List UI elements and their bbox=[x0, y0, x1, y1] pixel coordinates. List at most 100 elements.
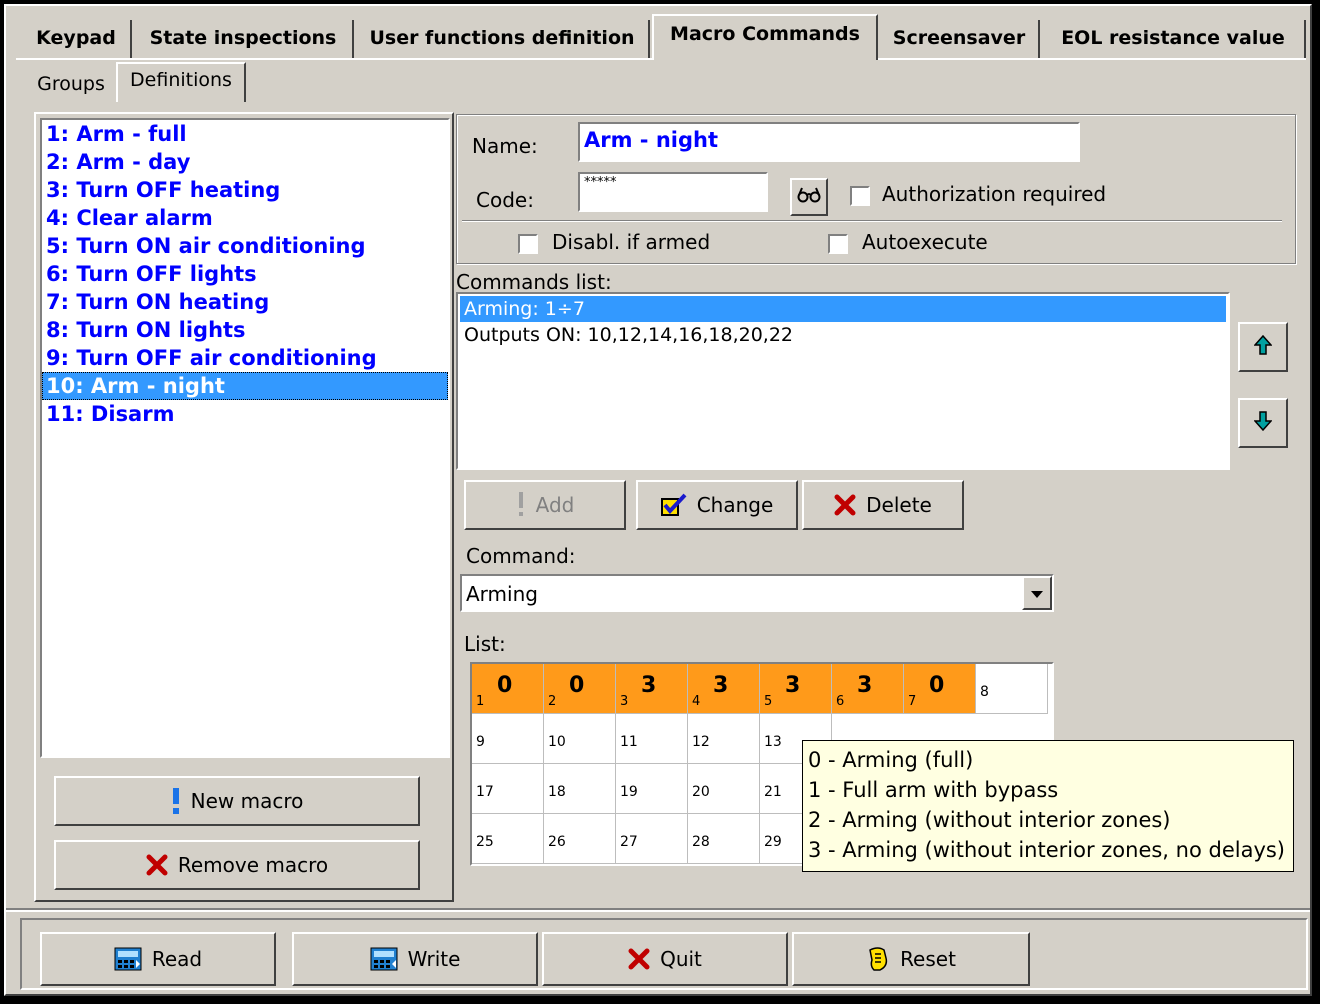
list-grid-cell[interactable]: 26 bbox=[544, 814, 616, 864]
keypad-write-icon bbox=[370, 947, 398, 971]
macro-list-item[interactable]: 11: Disarm bbox=[42, 400, 448, 428]
cell-index: 7 bbox=[908, 694, 917, 709]
macro-list-item[interactable]: 6: Turn OFF lights bbox=[42, 260, 448, 288]
list-grid-cell[interactable]: 9 bbox=[472, 714, 544, 764]
list-grid-cell[interactable]: 33 bbox=[616, 664, 688, 714]
commands-list-items: Arming: 1÷7 Outputs ON: 10,12,14,16,18,20… bbox=[460, 296, 1226, 348]
new-macro-label: New macro bbox=[190, 789, 304, 813]
list-grid-cell[interactable]: 19 bbox=[616, 764, 688, 814]
delete-label: Delete bbox=[866, 493, 932, 517]
bottom-separator bbox=[6, 908, 1310, 912]
chevron-down-icon bbox=[1031, 582, 1043, 604]
macro-list-item[interactable]: 2: Arm - day bbox=[42, 148, 448, 176]
macro-list-item[interactable]: 1: Arm - full bbox=[42, 120, 448, 148]
delete-x-icon bbox=[628, 948, 650, 970]
macro-list-item[interactable]: 7: Turn ON heating bbox=[42, 288, 448, 316]
tab-keypad[interactable]: Keypad bbox=[22, 20, 132, 58]
reset-button[interactable]: Reset bbox=[792, 932, 1030, 986]
macro-list-item[interactable]: 3: Turn OFF heating bbox=[42, 176, 448, 204]
exclamation-icon bbox=[516, 492, 526, 518]
cell-index: 5 bbox=[764, 694, 773, 709]
command-value: Arming bbox=[466, 582, 538, 606]
move-up-button[interactable] bbox=[1238, 322, 1288, 372]
list-grid-cell[interactable]: 63 bbox=[832, 664, 904, 714]
list-grid-cell[interactable]: 10 bbox=[472, 664, 544, 714]
macro-list-item[interactable]: 4: Clear alarm bbox=[42, 204, 448, 232]
reset-label: Reset bbox=[900, 947, 956, 971]
change-button[interactable]: Change bbox=[636, 480, 798, 530]
cell-index: 25 bbox=[476, 834, 494, 850]
list-grid-cell[interactable]: 20 bbox=[544, 664, 616, 714]
cell-index: 1 bbox=[476, 694, 485, 709]
macro-list-item[interactable]: 5: Turn ON air conditioning bbox=[42, 232, 448, 260]
delete-x-icon bbox=[146, 854, 168, 876]
list-grid-cell[interactable]: 11 bbox=[616, 714, 688, 764]
subtab-groups[interactable]: Groups bbox=[28, 68, 114, 102]
macro-list-items: 1: Arm - full 2: Arm - day 3: Turn OFF hea… bbox=[42, 120, 448, 428]
new-macro-button[interactable]: New macro bbox=[54, 776, 420, 826]
command-select[interactable]: Arming bbox=[460, 574, 1054, 612]
list-grid-cell[interactable]: 8 bbox=[976, 664, 1048, 714]
list-grid-cell[interactable]: 17 bbox=[472, 764, 544, 814]
cell-index: 17 bbox=[476, 784, 494, 800]
autoexecute-checkbox[interactable] bbox=[828, 234, 848, 254]
dropdown-button[interactable] bbox=[1022, 576, 1052, 610]
list-grid-cell[interactable]: 25 bbox=[472, 814, 544, 864]
tab-bar: Keypad State inspections User functions … bbox=[6, 6, 1310, 62]
command-list-item[interactable]: Arming: 1÷7 bbox=[460, 296, 1226, 322]
tooltip-line: 1 - Full arm with bypass bbox=[808, 778, 1059, 802]
macro-list-item[interactable]: 9: Turn OFF air conditioning bbox=[42, 344, 448, 372]
command-list-item[interactable]: Outputs ON: 10,12,14,16,18,20,22 bbox=[460, 322, 1226, 348]
macro-list-item[interactable]: 10: Arm - night bbox=[42, 372, 448, 400]
disabl-if-armed-checkbox[interactable] bbox=[518, 234, 538, 254]
properties-divider bbox=[462, 220, 1282, 222]
list-grid-cell[interactable]: 28 bbox=[688, 814, 760, 864]
write-button[interactable]: Write bbox=[292, 932, 538, 986]
read-button[interactable]: Read bbox=[40, 932, 276, 986]
list-grid-cell[interactable]: 10 bbox=[544, 714, 616, 764]
cell-index: 9 bbox=[476, 734, 485, 750]
add-label: Add bbox=[535, 493, 575, 517]
code-field[interactable]: ***** bbox=[578, 172, 768, 212]
list-grid-cell[interactable]: 18 bbox=[544, 764, 616, 814]
cell-index: 20 bbox=[692, 784, 710, 800]
arming-mode-tooltip: 0 - Arming (full) 1 - Full arm with bypa… bbox=[802, 740, 1294, 872]
commands-list[interactable]: Arming: 1÷7 Outputs ON: 10,12,14,16,18,20… bbox=[456, 292, 1230, 470]
list-grid-cell[interactable]: 43 bbox=[688, 664, 760, 714]
quit-button[interactable]: Quit bbox=[542, 932, 788, 986]
macro-list-item[interactable]: 8: Turn ON lights bbox=[42, 316, 448, 344]
cell-index: 3 bbox=[620, 694, 629, 709]
list-grid-cell[interactable]: 12 bbox=[688, 714, 760, 764]
list-grid-cell[interactable]: 53 bbox=[760, 664, 832, 714]
cell-value: 0 bbox=[497, 673, 513, 698]
exclamation-icon bbox=[171, 788, 181, 814]
tooltip-line: 3 - Arming (without interior zones, no d… bbox=[808, 838, 1286, 862]
list-grid-cell[interactable]: 20 bbox=[688, 764, 760, 814]
subtab-definitions[interactable]: Definitions bbox=[116, 62, 246, 102]
arrow-up-icon bbox=[1253, 334, 1273, 360]
tab-user-functions-definition[interactable]: User functions definition bbox=[356, 20, 650, 58]
remove-macro-button[interactable]: Remove macro bbox=[54, 840, 420, 890]
command-label: Command: bbox=[466, 544, 576, 568]
authorization-required-checkbox[interactable] bbox=[850, 186, 870, 206]
show-code-button[interactable] bbox=[790, 178, 828, 216]
tab-state-inspections[interactable]: State inspections bbox=[134, 20, 354, 58]
tab-screensaver[interactable]: Screensaver bbox=[880, 20, 1040, 58]
tooltip-line: 2 - Arming (without interior zones) bbox=[808, 808, 1171, 832]
cell-index: 12 bbox=[692, 734, 710, 750]
list-grid-cell[interactable]: 70 bbox=[904, 664, 976, 714]
tab-macro-commands[interactable]: Macro Commands bbox=[652, 14, 878, 60]
macro-list[interactable]: 1: Arm - full 2: Arm - day 3: Turn OFF hea… bbox=[40, 118, 450, 758]
add-button[interactable]: Add bbox=[464, 480, 626, 530]
read-label: Read bbox=[151, 947, 203, 971]
move-down-button[interactable] bbox=[1238, 398, 1288, 448]
tab-eol-resistance-value[interactable]: EOL resistance value bbox=[1042, 20, 1306, 58]
list-grid-cell[interactable]: 27 bbox=[616, 814, 688, 864]
cell-value: 3 bbox=[857, 673, 873, 698]
reset-hand-icon bbox=[866, 946, 890, 972]
macro-commands-window: Keypad State inspections User functions … bbox=[4, 4, 1312, 996]
delete-button[interactable]: Delete bbox=[802, 480, 964, 530]
name-field[interactable]: Arm - night bbox=[578, 122, 1080, 162]
commands-list-label: Commands list: bbox=[456, 270, 612, 294]
keypad-read-icon bbox=[114, 947, 142, 971]
